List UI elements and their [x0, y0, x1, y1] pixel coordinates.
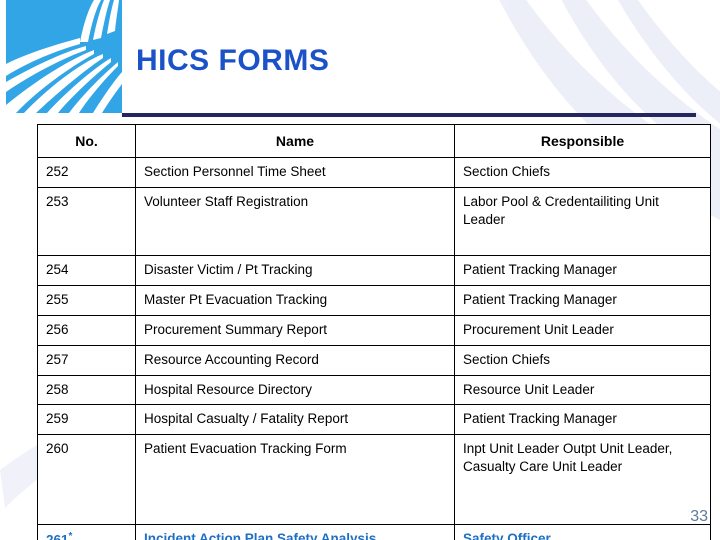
cell-form-name: Resource Accounting Record: [135, 344, 455, 376]
cell-responsible: Section Chiefs: [454, 157, 711, 189]
cell-responsible: Procurement Unit Leader: [454, 314, 711, 346]
cell-form-number: 256: [37, 314, 136, 346]
slide-canvas: HICS FORMS No. Name Responsible 252 Secti…: [0, 0, 720, 540]
column-header-name: Name: [135, 123, 455, 159]
cell-form-number: 254: [37, 255, 136, 287]
fanned-roads-logo: [6, 0, 122, 113]
table-header-row: No. Name Responsible: [37, 123, 711, 159]
cell-responsible: Inpt Unit Leader Outpt Unit Leader, Casu…: [454, 434, 711, 526]
cell-form-number: 257: [37, 344, 136, 376]
cell-form-number: 253: [37, 187, 136, 257]
table-row: 257 Resource Accounting Record Section Chi…: [37, 344, 711, 376]
column-header-responsible: Responsible: [454, 123, 711, 159]
hics-forms-table: No. Name Responsible 252 Section Personne…: [37, 123, 711, 540]
page-title: HICS FORMS: [136, 44, 330, 77]
table-row: 252 Section Personnel Time Sheet Section C…: [37, 157, 711, 189]
cell-form-name: Disaster Victim / Pt Tracking: [135, 255, 455, 287]
table-row: 260 Patient Evacuation Tracking Form Inpt …: [37, 434, 711, 526]
cell-responsible: Patient Tracking Manager: [454, 255, 711, 287]
cell-responsible: Section Chiefs: [454, 344, 711, 376]
footnote-asterisk: *: [68, 531, 73, 540]
slide-page-number: 33: [690, 508, 708, 525]
cell-form-number: 259: [37, 404, 136, 436]
cell-form-number: 255: [37, 285, 136, 316]
table-row: 253 Volunteer Staff Registration Labor Poo…: [37, 187, 711, 257]
cell-responsible: Patient Tracking Manager: [454, 285, 711, 316]
table-row: 255 Master Pt Evacuation Tracking Patient …: [37, 285, 711, 316]
cell-form-number: 258: [37, 374, 136, 406]
cell-responsible: Patient Tracking Manager: [454, 404, 711, 436]
cell-form-name: Patient Evacuation Tracking Form: [135, 434, 455, 526]
column-header-no: No.: [37, 123, 136, 159]
cell-form-number: 260: [37, 434, 136, 526]
cell-form-name: Hospital Resource Directory: [135, 374, 455, 406]
cell-form-number[interactable]: 261*: [37, 524, 136, 540]
table-row: 254 Disaster Victim / Pt Tracking Patient …: [37, 255, 711, 287]
cell-form-number: 252: [37, 157, 136, 189]
table-row: 259 Hospital Casualty / Fatality Report Pa…: [37, 404, 711, 436]
title-underline-rule: [122, 113, 696, 117]
cell-form-name: Procurement Summary Report: [135, 314, 455, 346]
table-row: 258 Hospital Resource Directory Resource U…: [37, 374, 711, 406]
cell-responsible: Resource Unit Leader: [454, 374, 711, 406]
table-row: 256 Procurement Summary Report Procurement…: [37, 314, 711, 346]
cell-responsible: Labor Pool & Credentailiting Unit Leader: [454, 187, 711, 257]
cell-form-name: Hospital Casualty / Fatality Report: [135, 404, 455, 436]
cell-form-name: Section Personnel Time Sheet: [135, 157, 455, 189]
cell-form-name: Master Pt Evacuation Tracking: [135, 285, 455, 316]
table-body: 252 Section Personnel Time Sheet Section C…: [37, 157, 711, 540]
cell-form-name[interactable]: Incident Action Plan Safety Analysis: [135, 524, 455, 540]
cell-form-name: Volunteer Staff Registration: [135, 187, 455, 257]
cell-responsible[interactable]: Safety Officer: [454, 524, 711, 540]
table-row: 261*Incident Action Plan Safety Analysis…: [37, 524, 711, 540]
